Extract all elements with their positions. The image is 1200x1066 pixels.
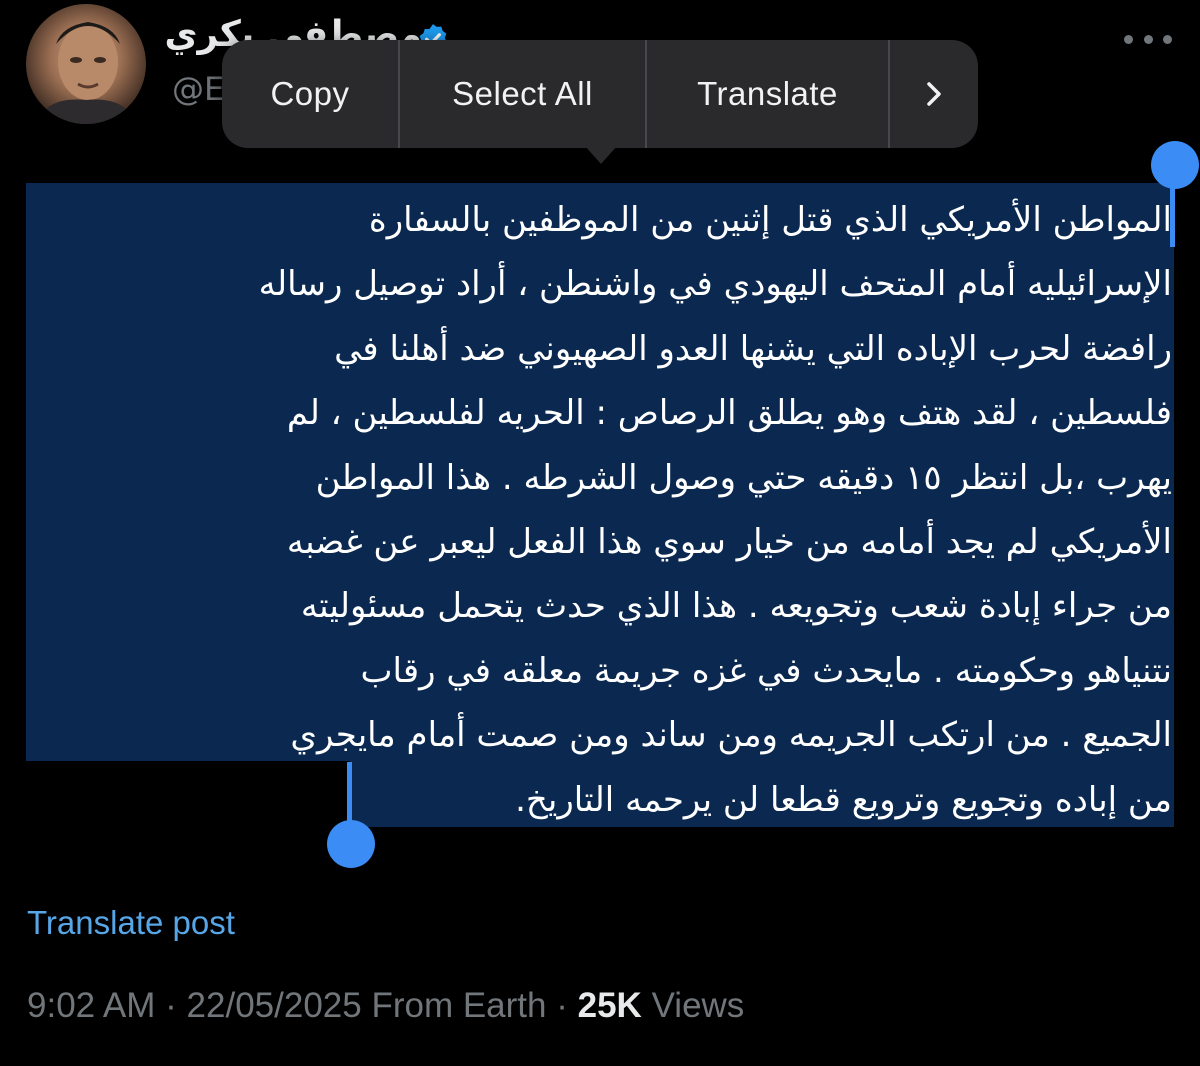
- post-text-line: الأمريكي لم يجد أمامه من خيار سوي هذا ال…: [286, 522, 1172, 563]
- meta-separator: ·: [556, 986, 568, 1025]
- post-text-line: نتنياهو وحكومته . مايحدث في غزه جريمة مع…: [360, 650, 1172, 691]
- meta-separator: ·: [165, 986, 177, 1025]
- post-text[interactable]: المواطن الأمريكي الذي قتل إثنين من الموظ…: [26, 188, 1172, 832]
- translate-post-link[interactable]: Translate post: [27, 904, 235, 942]
- views-count[interactable]: 25K: [578, 986, 642, 1025]
- avatar[interactable]: [26, 4, 146, 124]
- chevron-right-icon: [927, 82, 941, 106]
- views-label[interactable]: Views: [652, 986, 745, 1025]
- author-handle[interactable]: @E: [172, 70, 224, 108]
- post-metadata: 9:02 AM · 22/05/2025 From Earth · 25K Vi…: [27, 986, 744, 1026]
- menu-pointer: [585, 146, 617, 164]
- copy-button[interactable]: Copy: [222, 40, 398, 148]
- text-context-menu: Copy Select All Translate: [222, 40, 978, 148]
- post-source: From Earth: [371, 986, 547, 1025]
- post-text-line: المواطن الأمريكي الذي قتل إثنين من الموظ…: [368, 200, 1172, 240]
- post-text-line: من جراء إبادة شعب وتجويعه . هذا الذي حدث…: [300, 586, 1172, 627]
- post-text-line: الجميع . من ارتكب الجريمه ومن ساند ومن ص…: [290, 715, 1172, 756]
- avatar-photo: [36, 22, 136, 124]
- more-options-icon[interactable]: [1124, 24, 1172, 54]
- selection-start-handle[interactable]: [1151, 141, 1199, 189]
- translate-button[interactable]: Translate: [647, 40, 888, 148]
- select-all-button[interactable]: Select All: [400, 40, 645, 148]
- post-text-line: من إباده وتجويع وترويع قطعا لن يرحمه الت…: [515, 779, 1172, 820]
- post-date[interactable]: 22/05/2025: [187, 986, 362, 1025]
- post-time[interactable]: 9:02 AM: [27, 986, 155, 1025]
- post-text-line: رافضة لحرب الإباده التي يشنها العدو الصه…: [334, 328, 1172, 369]
- post-text-line: الإسرائيليه أمام المتحف اليهودي في واشنط…: [258, 264, 1172, 305]
- post-text-line: يهرب ،بل انتظر ١٥ دقيقه حتي وصول الشرطه …: [315, 457, 1172, 498]
- menu-more-button[interactable]: [890, 40, 978, 148]
- selection-end-handle[interactable]: [327, 820, 375, 868]
- post-text-line: فلسطين ، لقد هتف وهو يطلق الرصاص : الحري…: [286, 393, 1172, 434]
